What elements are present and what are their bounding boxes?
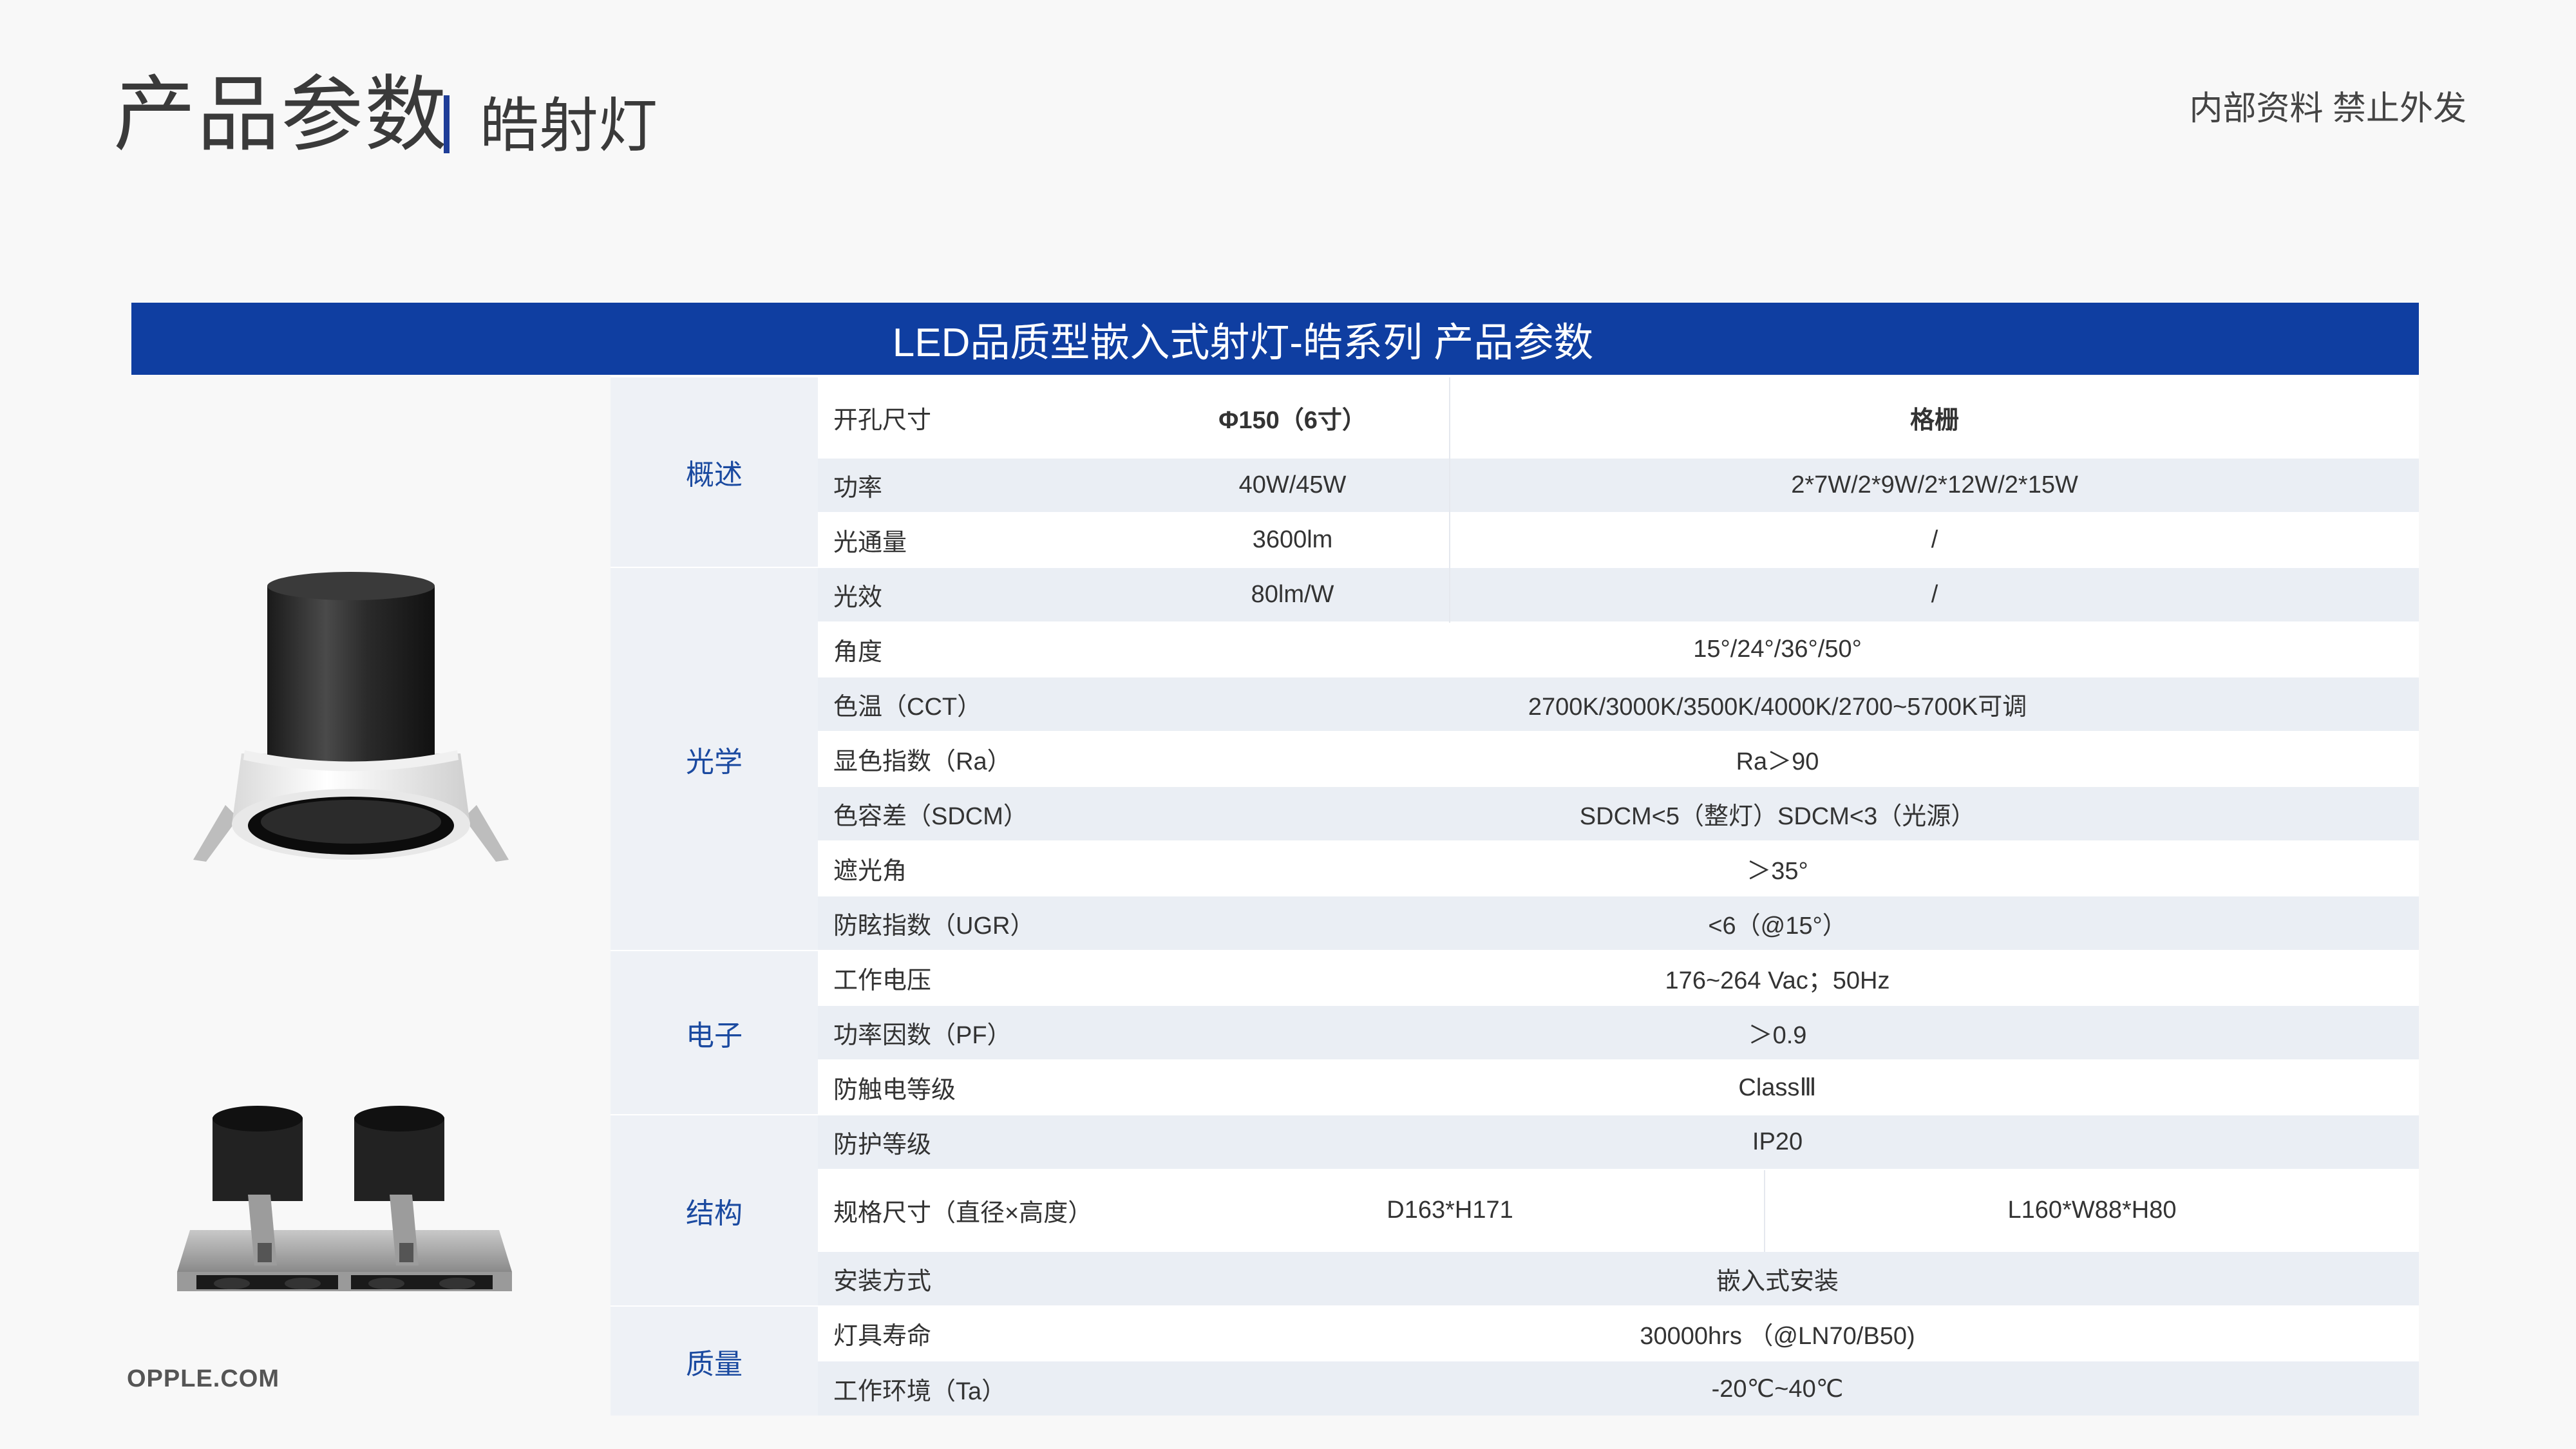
param-value: Φ150（6寸）	[1136, 376, 1450, 458]
param-label: 规格尺寸（直径×高度）	[818, 1169, 1136, 1251]
param-label: 开孔尺寸	[818, 376, 1136, 458]
category-structure: 结构	[611, 1114, 818, 1306]
spec-table: 概述 开孔尺寸 Φ150（6寸） 格栅 功率 40W/45W 2*7W/2*9W…	[611, 376, 2420, 1416]
confidential-notice: 内部资料 禁止外发	[2189, 90, 2467, 128]
param-value: -20℃~40℃	[1136, 1360, 2420, 1416]
param-value: 2700K/3000K/3500K/4000K/2700~5700K可调	[1136, 676, 2420, 732]
param-label: 安装方式	[818, 1251, 1136, 1306]
param-label: 光通量	[818, 512, 1136, 567]
table-row: 遮光角 ＞35°	[611, 840, 2420, 896]
param-label: 灯具寿命	[818, 1305, 1136, 1361]
table-banner: LED品质型嵌入式射灯-皓系列 产品参数	[131, 303, 2419, 375]
table-row: 工作环境（Ta） -20℃~40℃	[611, 1360, 2420, 1416]
table-row: 功率 40W/45W 2*7W/2*9W/2*12W/2*15W	[611, 457, 2420, 513]
param-value: 2*7W/2*9W/2*12W/2*15W	[1449, 457, 2420, 513]
table-row: 角度 15°/24°/36°/50°	[611, 621, 2420, 677]
table-row: 防触电等级 ClassⅢ	[611, 1059, 2420, 1115]
param-value: Ra＞90	[1136, 731, 2420, 786]
table-row: 色温（CCT） 2700K/3000K/3500K/4000K/2700~570…	[611, 676, 2420, 732]
param-value: /	[1449, 567, 2420, 622]
param-label: 工作电压	[818, 950, 1136, 1005]
param-label: 功率	[818, 457, 1136, 513]
param-value: 176~264 Vac；50Hz	[1136, 950, 2420, 1005]
table-row: 概述 开孔尺寸 Φ150（6寸） 格栅	[611, 376, 2420, 567]
table-row: 防眩指数（UGR） <6（@15°）	[611, 895, 2420, 951]
param-label: 角度	[818, 621, 1136, 677]
param-value: ClassⅢ	[1136, 1059, 2420, 1115]
param-value: /	[1449, 512, 2420, 567]
table-row: 功率因数（PF） ＞0.9	[611, 1005, 2420, 1060]
downlight-product-image	[193, 572, 509, 862]
param-label: 显色指数（Ra）	[818, 731, 1136, 786]
table-row: 结构 防护等级 IP20	[611, 1114, 2420, 1306]
category-overview: 概述	[611, 376, 818, 567]
param-value: 嵌入式安装	[1136, 1251, 2420, 1306]
table-row: 色容差（SDCM） SDCM<5（整灯）SDCM<3（光源）	[611, 786, 2420, 841]
param-value: ＞35°	[1136, 840, 2420, 896]
table-row: 显色指数（Ra） Ra＞90	[611, 731, 2420, 786]
param-value: 80lm/W	[1136, 567, 1450, 622]
param-value: D163*H171	[1136, 1169, 1765, 1251]
param-label: 色容差（SDCM）	[818, 786, 1136, 841]
category-quality: 质量	[611, 1305, 818, 1416]
website-footer: OPPLE.COM	[127, 1365, 280, 1392]
param-value: SDCM<5（整灯）SDCM<3（光源）	[1136, 786, 2420, 841]
param-value: 40W/45W	[1136, 457, 1450, 513]
grille-product-image	[177, 1106, 512, 1291]
param-value: ＞0.9	[1136, 1005, 2420, 1060]
param-value: 格栅	[1449, 376, 2420, 458]
param-label: 防护等级	[818, 1114, 1136, 1170]
param-value: L160*W88*H80	[1764, 1169, 2420, 1251]
page-subtitle: 皓射灯	[480, 93, 658, 159]
table-row: 光通量 3600lm /	[611, 512, 2420, 567]
category-optics: 光学	[611, 567, 818, 951]
param-label: 工作环境（Ta）	[818, 1360, 1136, 1416]
param-label: 功率因数（PF）	[818, 1005, 1136, 1060]
title-divider	[444, 95, 450, 153]
param-value: 15°/24°/36°/50°	[1136, 621, 2420, 677]
table-row: 质量 灯具寿命 30000hrs （@LN70/B50)	[611, 1305, 2420, 1416]
table-row: 规格尺寸（直径×高度） D163*H171 L160*W88*H80	[611, 1169, 2420, 1251]
param-value: <6（@15°）	[1136, 895, 2420, 951]
param-label: 光效	[818, 567, 1136, 622]
param-value: IP20	[1136, 1114, 2420, 1170]
table-row: 光学 光效 80lm/W /	[611, 567, 2420, 951]
banner-title: LED品质型嵌入式射灯-皓系列 产品参数	[892, 321, 1594, 365]
table-row: 电子 工作电压 176~264 Vac；50Hz	[611, 950, 2420, 1115]
param-label: 防眩指数（UGR）	[818, 895, 1136, 951]
param-label: 遮光角	[818, 840, 1136, 896]
param-value: 3600lm	[1136, 512, 1450, 567]
param-label: 防触电等级	[818, 1059, 1136, 1115]
page-title: 产品参数	[113, 69, 449, 161]
category-electrical: 电子	[611, 950, 818, 1115]
param-value: 30000hrs （@LN70/B50)	[1136, 1305, 2420, 1361]
param-label: 色温（CCT）	[818, 676, 1136, 732]
table-row: 安装方式 嵌入式安装	[611, 1251, 2420, 1306]
